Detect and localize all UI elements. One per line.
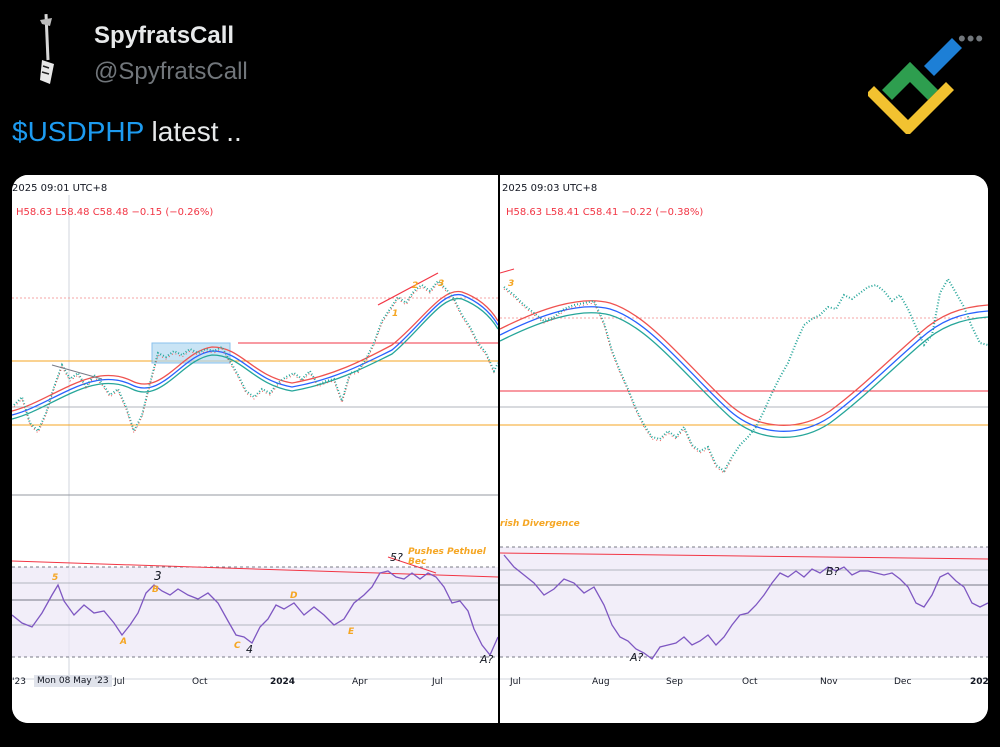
label-wave-5q: 5?	[390, 551, 403, 564]
display-name[interactable]: SpyfratsCall	[94, 22, 234, 50]
x-tick: Nov	[820, 677, 838, 687]
brand-logo	[868, 38, 962, 134]
x-tick: Oct	[192, 677, 208, 687]
x-tick: Jul	[432, 677, 443, 687]
label-note: Pushes Pethuel Bec	[408, 547, 486, 567]
x-tick: 202	[970, 677, 988, 687]
avatar-image	[12, 14, 84, 86]
x-tick: Oct	[742, 677, 758, 687]
label-wave-1: 1	[392, 309, 399, 319]
x-tick: Aug	[592, 677, 610, 687]
label-wave-aq: A?	[480, 653, 494, 666]
label-wave-bq: B?	[826, 565, 840, 578]
label-wave-5: 5	[52, 573, 59, 583]
label-divergence: rish Divergence	[500, 519, 580, 529]
x-tick: Dec	[894, 677, 912, 687]
label-wave-2: 2	[412, 281, 419, 291]
label-wave-e: E	[348, 627, 355, 637]
label-wave-d: D	[290, 591, 298, 601]
chart-divider	[498, 175, 500, 723]
x-tick: Apr	[352, 677, 368, 687]
label-wave-c: C	[234, 641, 241, 651]
right-chart-svg	[500, 268, 988, 680]
x-tick-crosshair: Mon 08 May '23	[34, 675, 112, 687]
label-wave-3: 3	[508, 279, 515, 289]
label-wave-a: A	[120, 637, 127, 647]
avatar[interactable]	[12, 14, 84, 86]
user-handle[interactable]: @SpyfratsCall	[94, 58, 248, 86]
label-wave-b: B	[152, 585, 159, 595]
right-chart-ohlc: H58.63 L58.41 C58.41 −0.22 (−0.38%)	[506, 207, 704, 218]
left-chart-panel: 2025 09:01 UTC+8 H58.63 L58.48 C58.48 −0…	[12, 175, 498, 723]
x-tick: '23	[12, 677, 26, 687]
x-tick: 2024	[270, 677, 296, 687]
attached-image[interactable]: 2025 09:01 UTC+8 H58.63 L58.48 C58.48 −0…	[12, 175, 988, 723]
cashtag-link[interactable]: $USDPHP	[12, 116, 144, 147]
post-text: $USDPHP latest ..	[12, 116, 242, 148]
left-chart-ohlc: H58.63 L58.48 C58.48 −0.15 (−0.26%)	[16, 207, 214, 218]
left-chart-timestamp: 2025 09:01 UTC+8	[12, 183, 108, 194]
left-chart-svg	[12, 195, 498, 685]
x-tick: Sep	[666, 677, 683, 687]
x-tick: Jul	[114, 677, 125, 687]
label-wave-3: 3	[154, 569, 162, 583]
right-chart-panel: 2025 09:03 UTC+8 H58.63 L58.41 C58.41 −0…	[500, 175, 988, 723]
x-tick: Jul	[510, 677, 521, 687]
label-wave-3b: 3	[438, 279, 445, 289]
right-chart-timestamp: 2025 09:03 UTC+8	[502, 183, 598, 194]
post-text-rest: latest ..	[143, 116, 242, 147]
label-wave-4: 4	[246, 643, 253, 656]
label-wave-aq: A?	[630, 651, 644, 664]
